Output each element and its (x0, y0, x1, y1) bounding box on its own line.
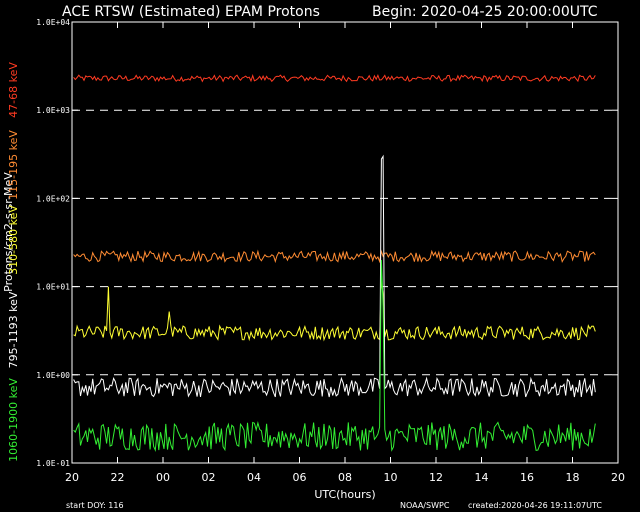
x-tick-label: 00 (156, 471, 170, 484)
legend-label: 310-580 keV (7, 205, 20, 275)
y-tick-label: 1.0E+01 (36, 283, 70, 292)
x-tick-label: 10 (384, 471, 398, 484)
x-tick-label: 12 (429, 471, 443, 484)
x-tick-label: 08 (338, 471, 352, 484)
start-doy: start DOY: 116 (66, 501, 124, 510)
x-tick-label: 02 (202, 471, 216, 484)
x-tick-label: 20 (611, 471, 625, 484)
chart-title: ACE RTSW (Estimated) EPAM Protons (62, 4, 320, 20)
legend-label: 47-68 keV (7, 62, 20, 118)
y-tick-label: 1.0E+04 (36, 18, 70, 27)
y-tick-label: 1.0E+00 (36, 371, 70, 380)
y-tick-label: 1.0E+02 (36, 194, 70, 203)
x-tick-label: 18 (566, 471, 580, 484)
epam-chart: ACE RTSW (Estimated) EPAM Protons Begin:… (0, 0, 640, 512)
source-label: NOAA/SWPC (400, 501, 450, 510)
begin-label: Begin: 2020-04-25 20:00:00UTC (372, 4, 598, 20)
x-tick-label: 22 (111, 471, 125, 484)
y-tick-label: 1.0E-01 (36, 459, 70, 468)
created-label: created:2020-04-26 19:11:07UTC (468, 501, 602, 510)
x-tick-label: 14 (475, 471, 489, 484)
legend-label: 1060-1900 keV (7, 378, 20, 462)
y-tick-label: 1.0E+03 (36, 106, 70, 115)
x-tick-label: 06 (293, 471, 307, 484)
x-tick-label: 20 (65, 471, 79, 484)
legend-label: 795-1193 keV (7, 291, 20, 368)
x-tick-label: 04 (247, 471, 261, 484)
x-axis-label: UTC(hours) (314, 488, 375, 501)
x-tick-label: 16 (520, 471, 534, 484)
legend-label: 115-195 keV (7, 130, 20, 200)
